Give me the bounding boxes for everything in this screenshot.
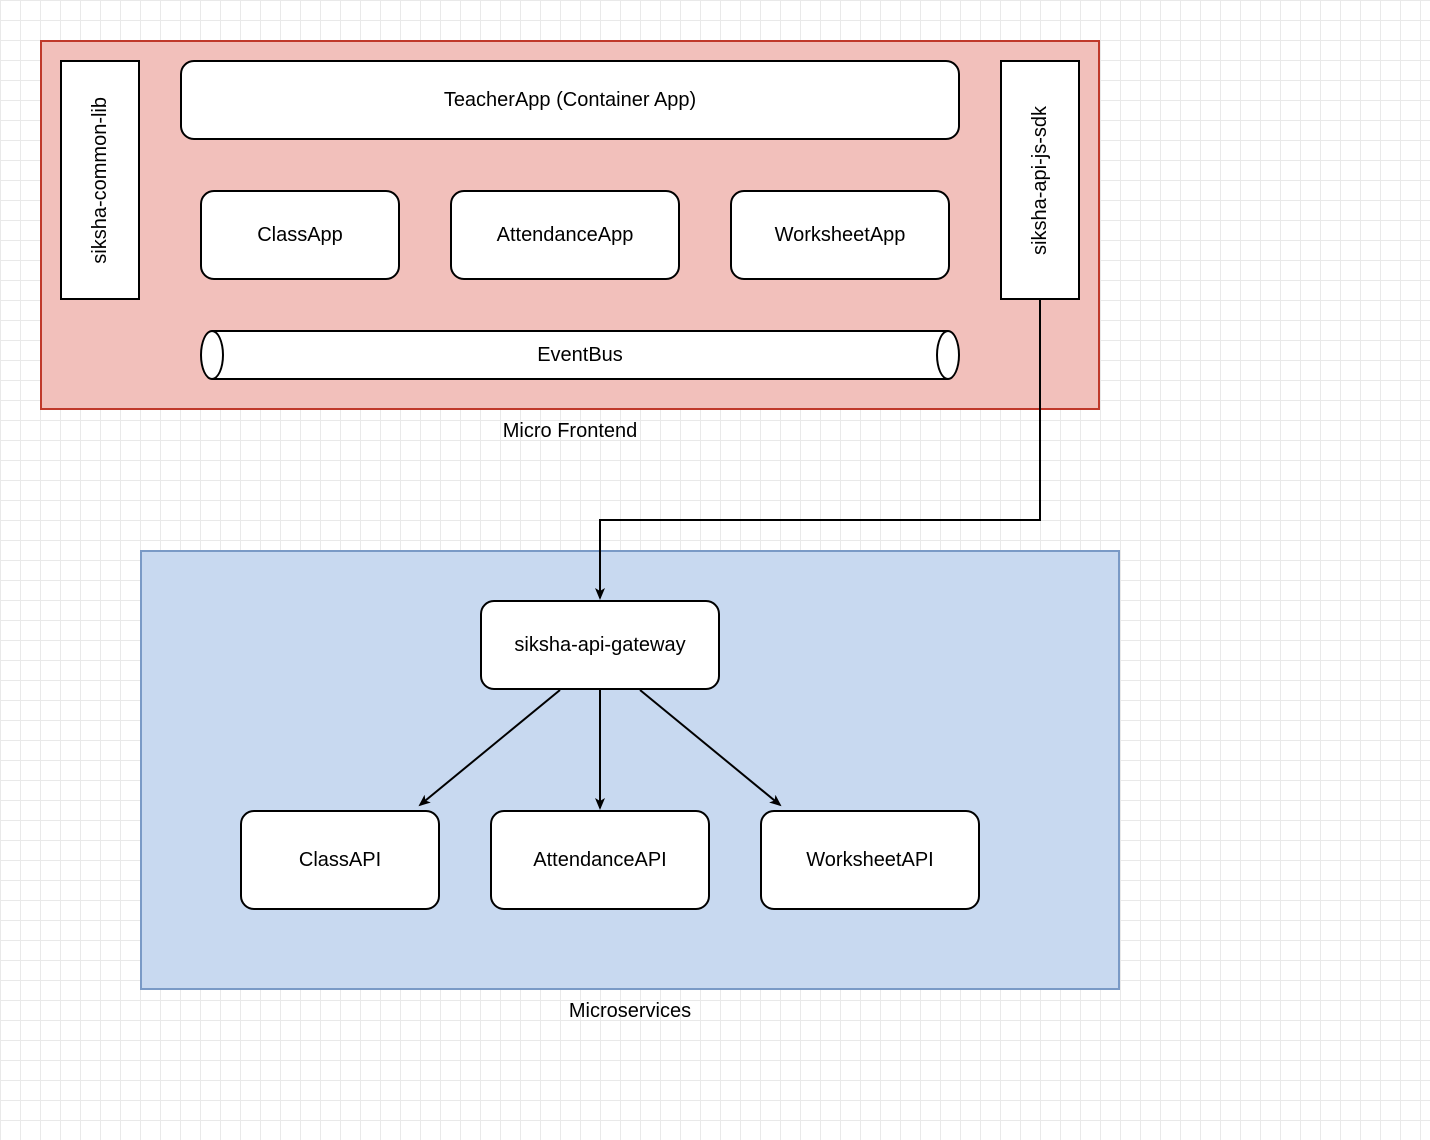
common-lib-box: siksha-common-lib <box>60 60 140 300</box>
sdk-box: siksha-api-js-sdk <box>1000 60 1080 300</box>
class-app-box: ClassApp <box>200 190 400 280</box>
container-app-label: TeacherApp (Container App) <box>444 89 696 112</box>
worksheet-api-box: WorksheetAPI <box>760 810 980 910</box>
event-bus-cylinder: EventBus <box>200 330 960 380</box>
sdk-label: siksha-api-js-sdk <box>1029 106 1052 255</box>
attendance-app-label: AttendanceApp <box>497 224 634 247</box>
worksheet-app-label: WorksheetApp <box>775 224 906 247</box>
class-app-label: ClassApp <box>257 224 343 247</box>
backend-label: Microservices <box>140 1000 1120 1023</box>
class-api-box: ClassAPI <box>240 810 440 910</box>
class-api-label: ClassAPI <box>299 849 381 872</box>
event-bus-label: EventBus <box>200 330 960 380</box>
container-app-box: TeacherApp (Container App) <box>180 60 960 140</box>
common-lib-label: siksha-common-lib <box>89 97 112 264</box>
attendance-api-label: AttendanceAPI <box>533 849 666 872</box>
attendance-app-box: AttendanceApp <box>450 190 680 280</box>
worksheet-app-box: WorksheetApp <box>730 190 950 280</box>
frontend-label: Micro Frontend <box>40 420 1100 443</box>
worksheet-api-label: WorksheetAPI <box>806 849 933 872</box>
gateway-box: siksha-api-gateway <box>480 600 720 690</box>
attendance-api-box: AttendanceAPI <box>490 810 710 910</box>
gateway-label: siksha-api-gateway <box>514 634 685 657</box>
